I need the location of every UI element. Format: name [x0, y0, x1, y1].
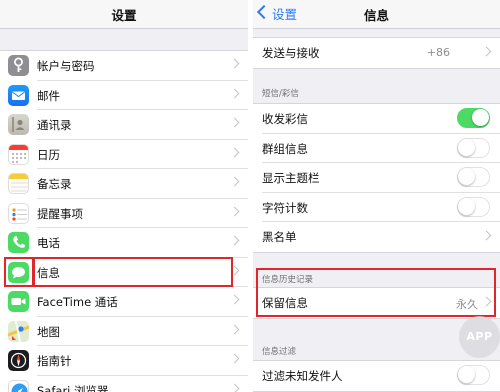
send-receive-row[interactable]: 发送与接收 +86 [253, 38, 500, 68]
messages-title: 信息 [363, 8, 389, 23]
calendar-icon [8, 143, 29, 165]
show-subject-label: 显示主题栏 [262, 171, 320, 185]
highlight-box-messages-icon [4, 257, 34, 287]
screenshot: 设置 帐户与密码 邮件 通讯录 日历 备忘录 提醒事项 电话 信息 FaceTi… [0, 0, 500, 392]
settings-item-contacts[interactable]: 通讯录 [0, 110, 248, 140]
compass-icon [8, 350, 29, 371]
toggle-knob [458, 366, 475, 383]
sms-section-header: 短信/彩信 [262, 89, 299, 99]
blacklist-label: 黑名单 [262, 230, 297, 244]
settings-list: 帐户与密码 邮件 通讯录 日历 备忘录 提醒事项 电话 信息 FaceTime … [0, 50, 248, 392]
filter-unknown-row: 过滤未知发件人 [253, 361, 500, 391]
settings-item-notes[interactable]: 备忘录 [0, 169, 248, 199]
maps-icon [8, 320, 29, 342]
highlight-box-messages-row [33, 257, 233, 287]
filter-unknown-label: 过滤未知发件人 [262, 369, 343, 383]
toggle-knob [458, 138, 475, 156]
key-icon [8, 55, 29, 76]
settings-title: 设置 [111, 8, 137, 23]
settings-item-label: Safari 浏览器 [37, 383, 109, 392]
settings-item-label: 帐户与密码 [37, 59, 95, 73]
phone-icon [8, 232, 29, 253]
chevron-right-icon [481, 46, 492, 57]
settings-item-label: 提醒事项 [37, 206, 83, 221]
toggle-knob [458, 168, 475, 185]
settings-item-label: 日历 [37, 147, 60, 162]
send-receive-value: +86 [426, 46, 450, 59]
chevron-right-icon [229, 294, 240, 305]
group-messaging-row: 群组信息 [253, 133, 500, 163]
settings-item-facetime[interactable]: FaceTime 通话 [0, 287, 248, 317]
sms-group: 收发彩信 群组信息 显示主题栏 字符计数 黑名单 [253, 103, 500, 253]
settings-item-mail[interactable]: 邮件 [0, 80, 248, 110]
chevron-right-icon [229, 88, 240, 98]
settings-item-label: 指南针 [37, 354, 72, 368]
mms-label: 收发彩信 [262, 112, 308, 126]
mms-toggle[interactable] [457, 108, 490, 128]
settings-item-label: FaceTime 通话 [37, 295, 118, 309]
mms-toggle-row: 收发彩信 [253, 104, 500, 134]
chevron-right-icon [481, 230, 492, 241]
settings-panel: 设置 帐户与密码 邮件 通讯录 日历 备忘录 提醒事项 电话 信息 FaceTi… [0, 0, 248, 392]
filter-unknown-toggle[interactable] [457, 365, 490, 385]
send-receive-label: 发送与接收 [262, 46, 320, 60]
settings-item-label: 地图 [37, 324, 60, 339]
settings-item-label: 邮件 [37, 88, 60, 103]
reminders-icon [8, 202, 29, 224]
chevron-right-icon [229, 147, 240, 157]
character-count-toggle[interactable] [457, 196, 490, 217]
chevron-right-icon [229, 235, 240, 246]
settings-item-label: 备忘录 [37, 177, 72, 191]
settings-item-phone[interactable]: 电话 [0, 228, 248, 258]
show-subject-toggle[interactable] [457, 167, 490, 187]
filter-section-header: 信息过滤 [262, 347, 297, 357]
send-receive-group: 发送与接收 +86 [253, 37, 500, 69]
chevron-right-icon [229, 58, 240, 69]
character-count-label: 字符计数 [262, 200, 308, 215]
settings-item-maps[interactable]: 地图 [0, 316, 248, 346]
chevron-right-icon [229, 353, 240, 364]
safari-icon [8, 379, 29, 392]
character-count-row: 字符计数 [253, 192, 500, 222]
settings-item-safari[interactable]: Safari 浏览器 [0, 375, 248, 392]
toggle-knob [458, 197, 475, 215]
settings-item-compass[interactable]: 指南针 [0, 346, 248, 376]
chevron-right-icon [229, 383, 240, 392]
messages-navbar: 设置 信息 [253, 0, 500, 29]
group-messaging-label: 群组信息 [262, 141, 308, 156]
settings-item-reminders[interactable]: 提醒事项 [0, 198, 248, 228]
facetime-icon [8, 291, 29, 312]
notes-icon [8, 173, 29, 194]
filter-group: 过滤未知发件人 [253, 360, 500, 392]
settings-item-label: 通讯录 [37, 118, 72, 132]
watermark-badge: APP [459, 316, 500, 358]
settings-item-label: 电话 [37, 236, 60, 250]
chevron-right-icon [229, 324, 240, 334]
highlight-box-history [256, 268, 496, 317]
contacts-icon [8, 114, 29, 135]
settings-navbar: 设置 [0, 0, 248, 29]
mail-icon [8, 84, 29, 106]
chevron-right-icon [229, 176, 240, 187]
chevron-right-icon [229, 206, 240, 216]
settings-item-calendar[interactable]: 日历 [0, 139, 248, 169]
group-messaging-toggle[interactable] [457, 137, 490, 158]
toggle-knob [472, 109, 489, 126]
blacklist-row[interactable]: 黑名单 [253, 222, 500, 252]
chevron-right-icon [229, 117, 240, 128]
settings-item-accounts[interactable]: 帐户与密码 [0, 51, 248, 81]
show-subject-row: 显示主题栏 [253, 163, 500, 193]
